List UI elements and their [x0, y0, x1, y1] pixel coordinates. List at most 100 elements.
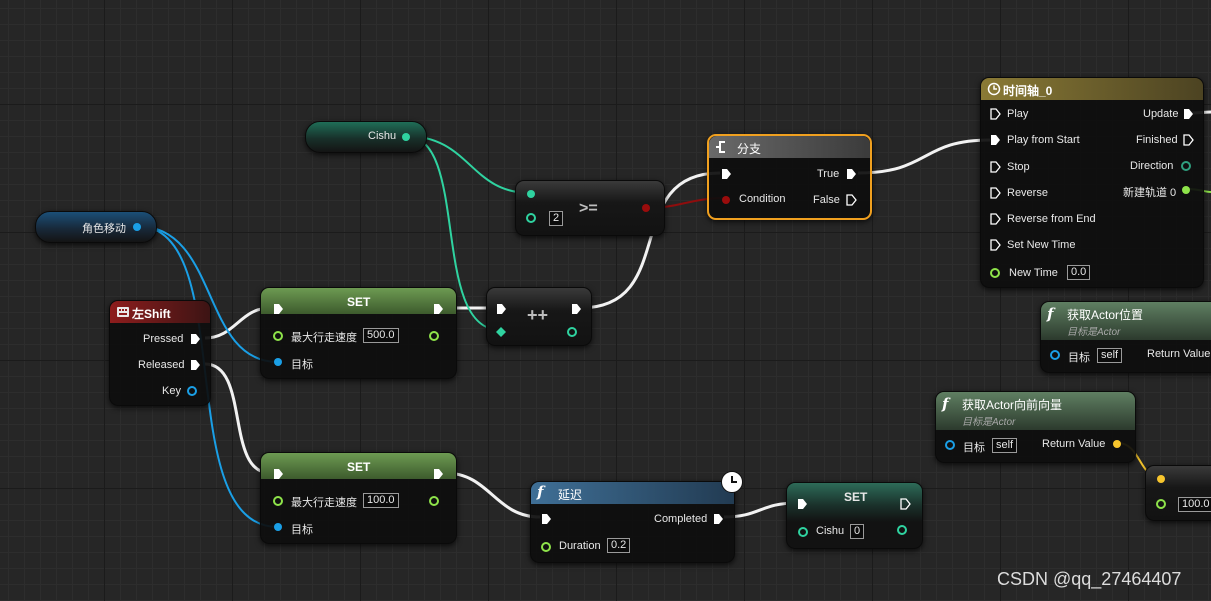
- integer-output-pin[interactable]: [567, 327, 577, 337]
- bool-output-pin[interactable]: [642, 204, 650, 212]
- exec-input-pin[interactable]: [541, 513, 552, 525]
- integer-input-pin-b[interactable]: [526, 213, 536, 223]
- duration-input-pin[interactable]: [541, 542, 551, 552]
- true-exec-pin[interactable]: [846, 168, 857, 180]
- watermark: CSDN @qq_27464407: [997, 569, 1182, 589]
- target-self-input[interactable]: self: [1097, 348, 1123, 363]
- clock-icon: [987, 82, 1001, 96]
- pressed-label: Pressed: [143, 333, 184, 345]
- pressed-exec-pin[interactable]: [190, 333, 201, 345]
- exec-output-pin[interactable]: [433, 468, 444, 480]
- key-output-pin[interactable]: [187, 386, 197, 396]
- false-exec-pin[interactable]: [846, 194, 857, 206]
- new-track-output-pin[interactable]: [1182, 186, 1190, 194]
- play-exec-pin[interactable]: [990, 108, 1001, 120]
- true-label: True: [817, 168, 840, 180]
- direction-output-pin[interactable]: [1181, 161, 1191, 171]
- object-output-pin[interactable]: [133, 223, 141, 231]
- reverse-exec-pin[interactable]: [990, 187, 1001, 199]
- float-input-pin[interactable]: [273, 331, 283, 341]
- cishu-value-input[interactable]: 0: [850, 524, 865, 539]
- node-header: f 获取Actor向前向量 目标是Actor: [936, 392, 1135, 430]
- play-from-start-label: Play from Start: [1007, 134, 1080, 146]
- character-movement-getter-node[interactable]: 角色移动: [35, 211, 157, 243]
- released-label: Released: [138, 359, 185, 371]
- character-movement-label: 角色移动: [82, 223, 126, 235]
- exec-output-pin[interactable]: [433, 303, 444, 315]
- node-title: 分支: [737, 142, 762, 156]
- target-input-pin[interactable]: [274, 523, 282, 531]
- return-value-label: Return Value: [1147, 348, 1211, 360]
- integer-output-pin[interactable]: [402, 133, 410, 141]
- integer-ref-input-pin[interactable]: [496, 327, 506, 337]
- stop-exec-pin[interactable]: [990, 161, 1001, 173]
- node-title: 获取Actor位置: [1067, 308, 1144, 322]
- integer-input-pin[interactable]: [798, 527, 808, 537]
- exec-input-pin[interactable]: [273, 303, 284, 315]
- float-output-pin[interactable]: [429, 331, 439, 341]
- condition-input-pin[interactable]: [722, 196, 730, 204]
- node-title: 时间轴_0: [1003, 84, 1053, 98]
- target-input-pin[interactable]: [945, 440, 955, 450]
- target-input-pin[interactable]: [1050, 350, 1060, 360]
- update-exec-pin[interactable]: [1183, 108, 1194, 120]
- play-from-start-exec-pin[interactable]: [990, 134, 1001, 146]
- key-label: Key: [162, 385, 181, 397]
- exec-output-pin[interactable]: [900, 498, 911, 510]
- exec-input-pin[interactable]: [496, 303, 507, 315]
- set-new-time-exec-pin[interactable]: [990, 239, 1001, 251]
- target-label: 目标: [291, 359, 313, 371]
- function-icon: f: [1047, 305, 1054, 323]
- float-input-pin[interactable]: [273, 496, 283, 506]
- exec-input-pin[interactable]: [273, 468, 284, 480]
- partial-node[interactable]: 100.0: [1145, 465, 1211, 521]
- float-input-pin[interactable]: [1156, 499, 1166, 509]
- function-icon: f: [942, 395, 949, 413]
- greater-equal-node[interactable]: 2 >=: [515, 180, 665, 236]
- exec-output-pin[interactable]: [571, 303, 582, 315]
- direction-label: Direction: [1130, 160, 1174, 172]
- partial-value-input[interactable]: 100.0: [1178, 497, 1211, 512]
- target-self-input[interactable]: self: [992, 438, 1018, 453]
- reverse-from-end-exec-pin[interactable]: [990, 213, 1001, 225]
- node-header: f 获取Actor位置 目标是Actor: [1041, 302, 1211, 340]
- target-input-pin[interactable]: [274, 358, 282, 366]
- new-time-input-pin[interactable]: [990, 268, 1000, 278]
- duration-input[interactable]: 0.2: [607, 538, 631, 553]
- reverse-label: Reverse: [1007, 187, 1048, 199]
- node-header: f 延迟: [531, 482, 734, 504]
- get-actor-location-node[interactable]: f 获取Actor位置 目标是Actor 目标 self Return Valu…: [1040, 301, 1211, 373]
- max-walk-speed-input[interactable]: 100.0: [363, 493, 399, 508]
- compare-value-input[interactable]: 2: [549, 211, 564, 226]
- left-shift-event-node[interactable]: 左Shift Pressed Released Key: [109, 300, 211, 406]
- integer-output-pin[interactable]: [897, 525, 907, 535]
- set-max-walk-speed-500-node[interactable]: SET 最大行走速度 500.0 目标: [260, 287, 457, 379]
- delay-node[interactable]: f 延迟 Completed Duration 0.2: [530, 471, 743, 563]
- released-exec-pin[interactable]: [190, 359, 201, 371]
- float-output-pin[interactable]: [429, 496, 439, 506]
- vector-output-pin[interactable]: [1113, 440, 1121, 448]
- node-header: 左Shift: [110, 301, 210, 323]
- timeline-node[interactable]: 时间轴_0 Play Play from Start Stop Reverse …: [980, 77, 1204, 288]
- node-header: SET: [261, 288, 456, 314]
- completed-exec-pin[interactable]: [713, 513, 724, 525]
- increment-node[interactable]: ++: [486, 287, 592, 346]
- new-time-input[interactable]: 0.0: [1067, 265, 1091, 280]
- branch-node[interactable]: 分支 True Condition False: [707, 134, 872, 220]
- get-actor-forward-vector-node[interactable]: f 获取Actor向前向量 目标是Actor 目标 self Return Va…: [935, 391, 1136, 463]
- exec-input-pin[interactable]: [797, 498, 808, 510]
- node-header: 时间轴_0: [981, 78, 1203, 100]
- integer-input-pin-a[interactable]: [527, 190, 535, 198]
- false-label: False: [813, 194, 840, 206]
- finished-label: Finished: [1136, 134, 1178, 146]
- max-walk-speed-input[interactable]: 500.0: [363, 328, 399, 343]
- set-cishu-node[interactable]: SET Cishu 0: [786, 482, 923, 549]
- cishu-getter-node[interactable]: Cishu: [305, 121, 427, 153]
- finished-exec-pin[interactable]: [1183, 134, 1194, 146]
- set-max-walk-speed-100-node[interactable]: SET 最大行走速度 100.0 目标: [260, 452, 457, 544]
- exec-input-pin[interactable]: [721, 168, 732, 180]
- vector-input-pin[interactable]: [1157, 475, 1165, 483]
- play-label: Play: [1007, 108, 1029, 120]
- target-label: 目标: [963, 442, 985, 454]
- target-label: 目标: [1068, 352, 1090, 364]
